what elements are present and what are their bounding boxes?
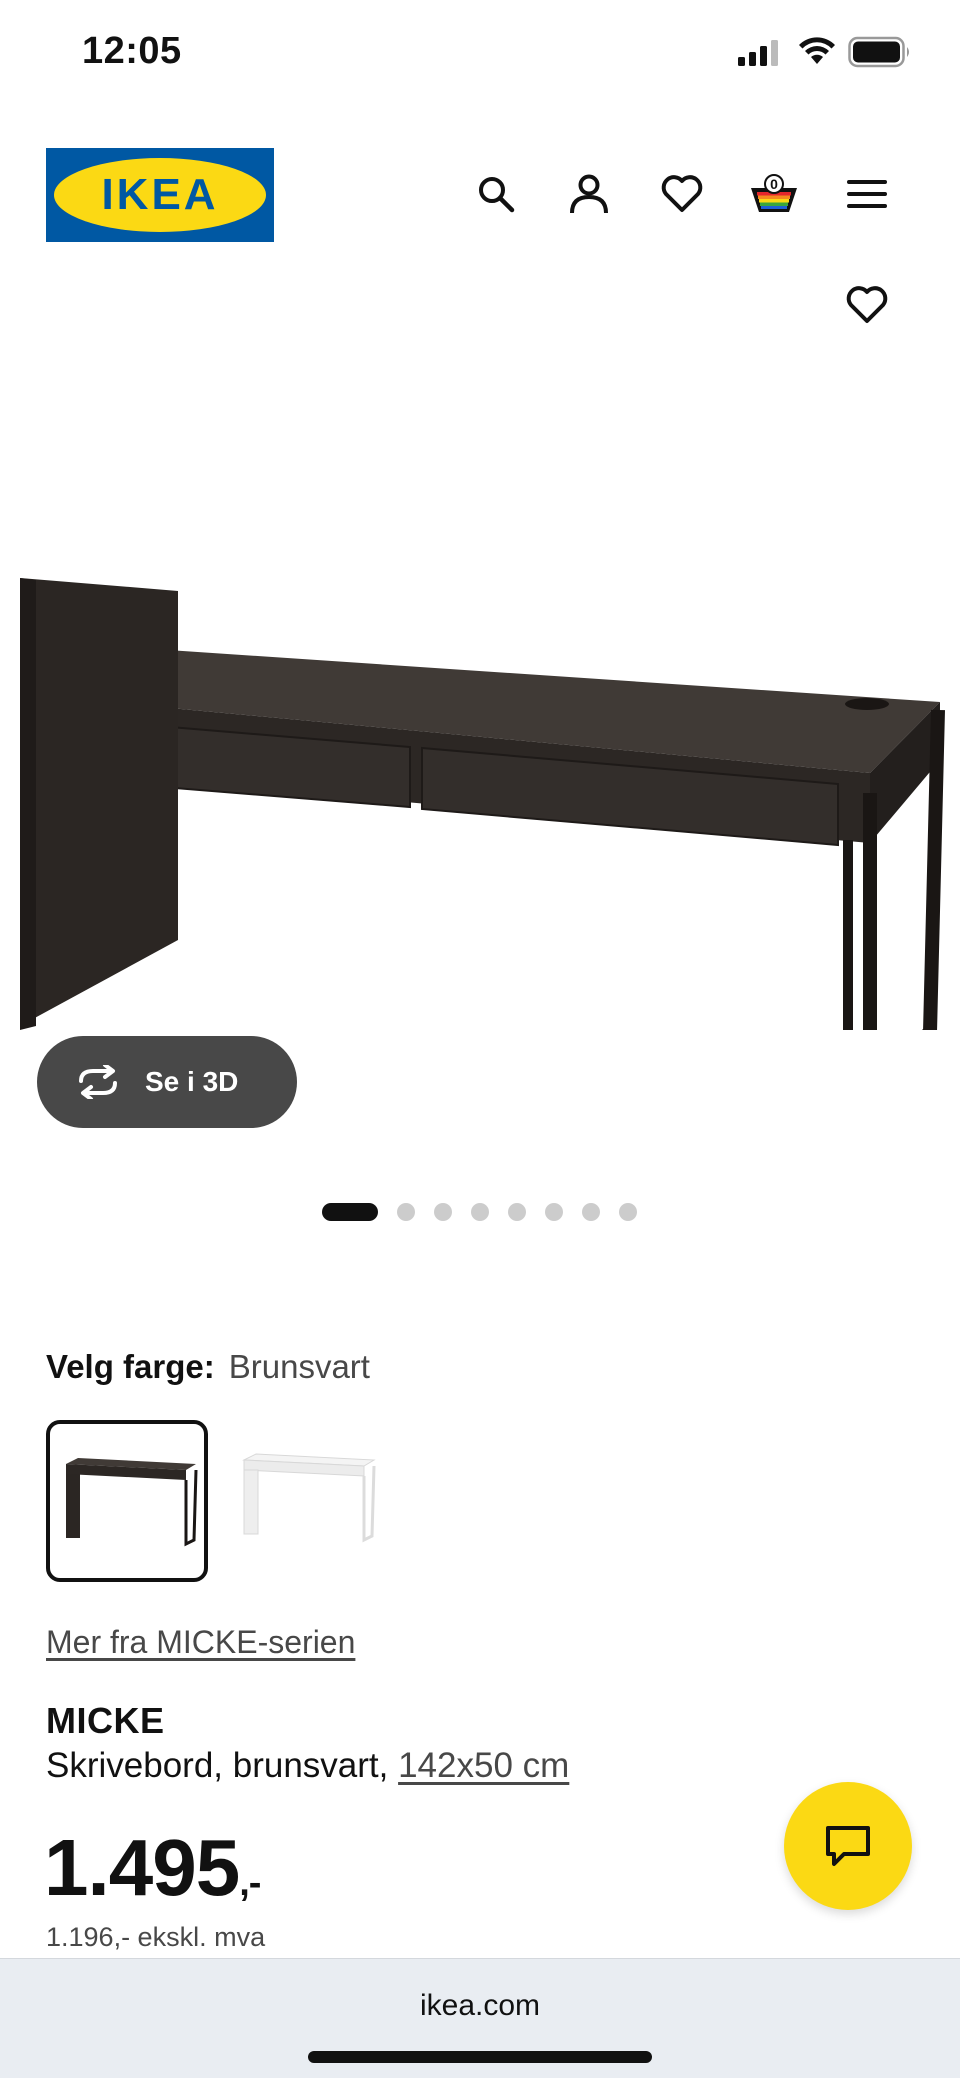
wifi-icon — [799, 37, 835, 64]
chat-button[interactable] — [784, 1782, 912, 1910]
cellular-signal-icon — [738, 40, 778, 66]
gallery-pagination — [322, 1202, 656, 1222]
swatch-image-white — [242, 1453, 376, 1543]
browser-address-bar[interactable]: ikea.com — [0, 1958, 960, 2078]
color-swatch-brunsvart[interactable] — [46, 1420, 208, 1582]
price-suffix: ,- — [239, 1862, 261, 1904]
battery-icon — [848, 36, 909, 68]
product-description: Skrivebord, brunsvart, 142x50 cm — [46, 1746, 569, 1786]
pagination-dot[interactable] — [545, 1203, 563, 1221]
pagination-dot-active[interactable] — [322, 1203, 378, 1221]
color-value: Brunsvart — [228, 1348, 370, 1385]
cart-button[interactable]: 0 — [746, 166, 802, 222]
view-3d-button[interactable]: Se i 3D — [37, 1036, 297, 1128]
price-main: 1.495 — [44, 1823, 240, 1912]
url-text[interactable]: ikea.com — [0, 1989, 960, 2023]
chat-bubble-icon — [826, 1826, 870, 1866]
color-swatch-hvit[interactable] — [228, 1420, 390, 1582]
site-header: IKEA 0 — [0, 140, 960, 250]
image-favourite-button[interactable] — [838, 276, 896, 334]
favourites-button[interactable] — [654, 166, 710, 222]
product-description-text: Skrivebord, brunsvart, — [46, 1746, 399, 1785]
search-button[interactable] — [468, 166, 524, 222]
ikea-logo[interactable]: IKEA — [46, 148, 274, 242]
home-indicator — [308, 2051, 652, 2063]
pagination-dot[interactable] — [434, 1203, 452, 1221]
heart-icon — [846, 286, 888, 323]
heart-icon — [661, 175, 703, 212]
shopping-bag-icon: 0 — [751, 174, 797, 212]
color-label: Velg farge: — [46, 1348, 215, 1385]
pagination-dot[interactable] — [508, 1203, 526, 1221]
search-icon — [479, 177, 515, 213]
product-name: MICKE — [46, 1700, 165, 1741]
product-size-link[interactable]: 142x50 cm — [398, 1746, 569, 1785]
person-icon — [570, 174, 608, 214]
series-link[interactable]: Mer fra MICKE-serien — [46, 1624, 355, 1661]
pagination-dot[interactable] — [619, 1203, 637, 1221]
product-image — [20, 578, 945, 1030]
swatch-image-dark — [66, 1458, 198, 1547]
rotate-3d-icon — [79, 1065, 117, 1099]
product-gallery[interactable] — [0, 270, 960, 1050]
status-time: 12:05 — [82, 30, 182, 72]
price-excl-vat: 1.196,- ekskl. mva — [46, 1922, 266, 1952]
pagination-dot[interactable] — [471, 1203, 489, 1221]
menu-button[interactable] — [839, 166, 895, 222]
status-bar: 12:05 — [0, 0, 960, 108]
profile-button[interactable] — [561, 166, 617, 222]
logo-text: IKEA — [101, 170, 218, 219]
color-selection-row: Velg farge: Brunsvart — [46, 1348, 370, 1386]
view-3d-label: Se i 3D — [145, 1066, 239, 1097]
cart-count: 0 — [770, 176, 778, 192]
pagination-dot[interactable] — [582, 1203, 600, 1221]
hamburger-menu-icon — [847, 180, 887, 208]
pagination-dot[interactable] — [397, 1203, 415, 1221]
ikea-logo-mark: IKEA — [46, 148, 274, 242]
product-price: 1.495,- — [44, 1822, 261, 1914]
